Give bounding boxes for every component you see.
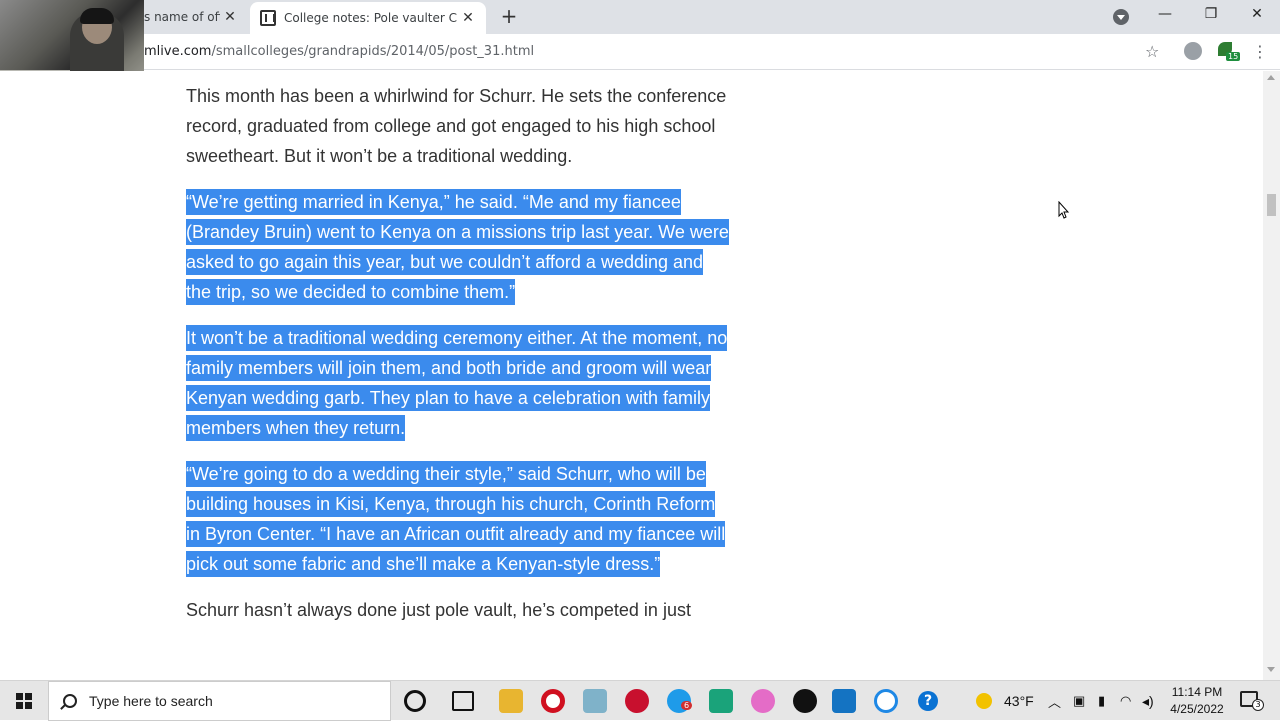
profile-icon[interactable] bbox=[1184, 42, 1202, 60]
tab-close-icon[interactable]: ✕ bbox=[220, 9, 240, 25]
app-icon-folder[interactable] bbox=[583, 689, 607, 713]
windows-start-icon[interactable] bbox=[16, 693, 32, 709]
app-icon-green[interactable] bbox=[709, 689, 733, 713]
article-paragraph-selected: It won’t be a traditional wedding ceremo… bbox=[186, 323, 730, 443]
bookmark-star-icon[interactable]: ☆ bbox=[1145, 42, 1159, 61]
search-icon bbox=[63, 694, 77, 708]
notification-center-icon[interactable]: 3 bbox=[1240, 691, 1264, 711]
system-clock[interactable]: 11:14 PM 4/25/2022 bbox=[1166, 684, 1228, 718]
tab-strip: s name of offi ✕ College notes: Pole vau… bbox=[0, 0, 1280, 34]
cortana-icon[interactable] bbox=[404, 690, 426, 712]
scroll-thumb[interactable] bbox=[1267, 194, 1276, 216]
webcam-cap bbox=[80, 8, 114, 24]
clock-time: 11:14 PM bbox=[1171, 685, 1223, 699]
address-toolbar: mlive.com/smallcolleges/grandrapids/2014… bbox=[0, 34, 1280, 70]
skype-badge: 6 bbox=[681, 701, 693, 710]
clock-date: 4/25/2022 bbox=[1170, 702, 1224, 716]
app-icon-droplet[interactable] bbox=[751, 689, 775, 713]
article-paragraph: This month has been a whirlwind for Schu… bbox=[186, 86, 727, 166]
tab-search-icon[interactable] bbox=[1113, 9, 1129, 25]
extension-icon[interactable]: 15 bbox=[1218, 42, 1241, 62]
media-app-icon[interactable] bbox=[625, 689, 649, 713]
app-icon-blue[interactable] bbox=[832, 689, 856, 713]
tab-inactive[interactable]: s name of offi ✕ bbox=[144, 0, 248, 34]
url-host: mlive.com bbox=[144, 44, 212, 59]
notification-count: 3 bbox=[1252, 699, 1264, 711]
url-path: /smallcolleges/grandrapids/2014/05/post_… bbox=[211, 44, 535, 59]
search-placeholder: Type here to search bbox=[89, 693, 213, 709]
close-window-icon[interactable]: ✕ bbox=[1242, 6, 1272, 22]
article-body: This month has been a whirlwind for Schu… bbox=[186, 81, 730, 641]
tab-active[interactable]: College notes: Pole vaulter Chris ✕ bbox=[250, 2, 486, 34]
restore-icon[interactable]: ❐ bbox=[1196, 6, 1226, 22]
new-tab-icon[interactable]: + bbox=[498, 6, 520, 28]
moon-icon bbox=[976, 693, 992, 709]
article-paragraph: Schurr hasn’t always done just pole vaul… bbox=[186, 600, 691, 620]
scroll-down-icon[interactable] bbox=[1267, 667, 1275, 672]
opera-icon[interactable] bbox=[541, 689, 565, 713]
article-paragraph-selected: “We’re getting married in Kenya,” he sai… bbox=[186, 187, 730, 307]
tab-title: College notes: Pole vaulter Chris bbox=[284, 11, 458, 25]
article-paragraph-selected: “We’re going to do a wedding their style… bbox=[186, 459, 730, 579]
task-view-icon[interactable] bbox=[452, 691, 474, 711]
meet-now-icon[interactable]: ▣ bbox=[1073, 681, 1085, 721]
scroll-up-icon[interactable] bbox=[1267, 75, 1275, 80]
show-hidden-icons-icon[interactable]: ︿ bbox=[1048, 681, 1061, 721]
address-bar[interactable]: mlive.com/smallcolleges/grandrapids/2014… bbox=[144, 44, 534, 59]
scrollbar[interactable] bbox=[1263, 71, 1280, 680]
minimize-icon[interactable]: — bbox=[1150, 6, 1180, 22]
app-icon-swirl[interactable] bbox=[874, 689, 898, 713]
extension-badge: 15 bbox=[1226, 52, 1241, 61]
weather-tray[interactable]: 43°F bbox=[976, 681, 1034, 721]
wifi-icon[interactable]: ◠ bbox=[1120, 681, 1131, 721]
weather-temp: 43°F bbox=[1004, 693, 1034, 709]
skype-icon[interactable]: 6 bbox=[667, 689, 693, 713]
taskbar-search-box[interactable]: Type here to search bbox=[48, 681, 391, 721]
mlive-favicon-icon bbox=[260, 10, 276, 26]
taskbar: Type here to search 6 ? 43°F ︿ ▣ ▮ ◠ ◂) … bbox=[0, 680, 1280, 721]
page-content: This month has been a whirlwind for Schu… bbox=[0, 71, 1280, 680]
volume-icon[interactable]: ◂) bbox=[1142, 681, 1154, 721]
tab-title: s name of offi bbox=[144, 10, 220, 24]
microphone-icon[interactable]: ▮ bbox=[1098, 681, 1105, 721]
file-explorer-icon[interactable] bbox=[499, 689, 523, 713]
mouse-cursor-icon bbox=[1058, 201, 1070, 219]
help-icon[interactable]: ? bbox=[918, 691, 938, 711]
tab-close-icon[interactable]: ✕ bbox=[458, 10, 478, 26]
kebab-menu-icon[interactable]: ⋮ bbox=[1252, 42, 1268, 61]
chrome-icon[interactable] bbox=[793, 689, 817, 713]
